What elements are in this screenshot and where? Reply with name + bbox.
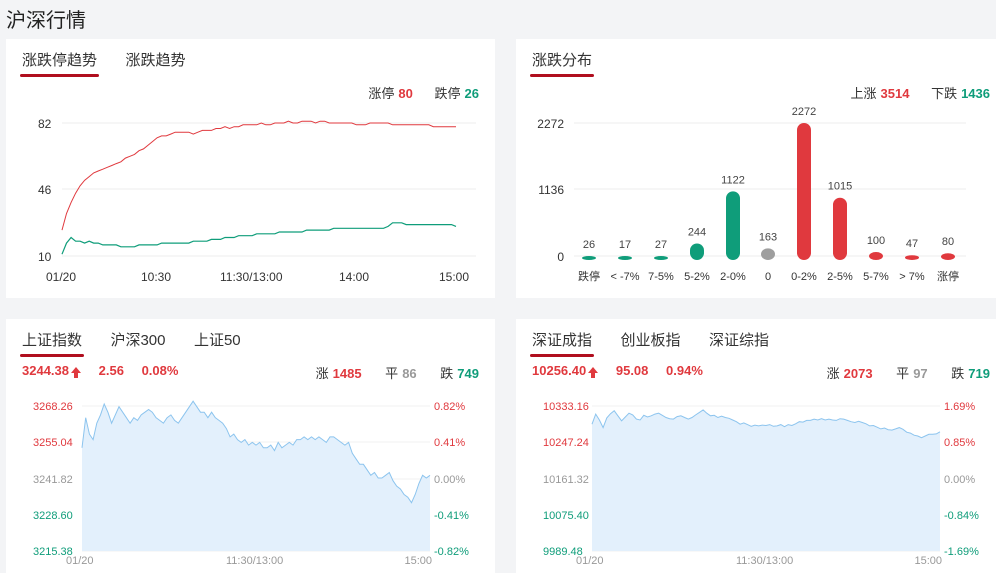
x-tick-label: 11:30/13:00 xyxy=(220,270,283,284)
category-label: 7-5% xyxy=(648,271,674,283)
bar[interactable] xyxy=(690,243,704,260)
bar-value-label: 163 xyxy=(759,231,777,243)
bar[interactable] xyxy=(869,252,883,260)
bar-value-label: 244 xyxy=(688,227,706,239)
sz-index-chart: 10333.1610247.2410161.3210075.409989.481… xyxy=(543,401,979,567)
category-label: < -7% xyxy=(610,271,639,283)
y-tick-label-left: 10333.16 xyxy=(543,401,589,413)
category-label: 2-0% xyxy=(720,271,746,283)
y-tick-label-left: 10161.32 xyxy=(543,474,589,486)
y-tick-label: 2272 xyxy=(537,117,564,131)
y-tick-label-right: 1.69% xyxy=(944,401,975,413)
bar[interactable] xyxy=(905,255,919,260)
bar-value-label: 100 xyxy=(867,235,885,247)
bar[interactable] xyxy=(797,123,811,260)
x-tick-label: 01/20 xyxy=(66,555,94,567)
y-tick-label-left: 10075.40 xyxy=(543,510,589,522)
limit-trend-chart: 82 46 10 01/20 10:30 11:30/13:00 14:00 1… xyxy=(38,117,476,284)
bar-value-label: 47 xyxy=(906,238,918,250)
y-tick-label-left: 3228.60 xyxy=(33,510,73,522)
distribution-card: 涨跌分布 上涨 3514 下跌 1436 2272 1136 0 26 跌停 17 < -… xyxy=(516,39,996,298)
bar[interactable] xyxy=(582,256,596,260)
y-tick-label-right: -0.82% xyxy=(434,546,469,558)
y-tick-label: 10 xyxy=(38,250,52,264)
x-tick-label: 14:00 xyxy=(339,270,369,284)
bar-value-label: 1122 xyxy=(721,174,745,186)
series-line-limit-down xyxy=(61,222,457,255)
y-tick-label-right: -0.41% xyxy=(434,510,469,522)
bar-value-label: 1015 xyxy=(828,181,852,193)
y-tick-label-left: 3255.04 xyxy=(33,437,73,449)
x-tick-label: 10:30 xyxy=(141,270,171,284)
bar-value-label: 80 xyxy=(942,236,954,248)
series-line-limit-up xyxy=(61,120,456,231)
category-label: > 7% xyxy=(899,271,925,283)
x-tick-label: 15:00 xyxy=(914,555,942,567)
y-tick-label-right: 0.00% xyxy=(944,474,975,486)
y-tick-label-right: 0.00% xyxy=(434,474,465,486)
index-area-fill xyxy=(82,401,430,551)
x-tick-label: 01/20 xyxy=(576,555,604,567)
y-tick-label: 46 xyxy=(38,183,52,197)
y-tick-label-right: -1.69% xyxy=(944,546,979,558)
bar[interactable] xyxy=(726,191,740,260)
y-tick-label: 82 xyxy=(38,117,52,131)
x-tick-label: 11:30/13:00 xyxy=(736,555,793,567)
x-tick-label: 15:00 xyxy=(439,270,469,284)
category-label: 2-5% xyxy=(827,271,853,283)
bar[interactable] xyxy=(833,197,847,260)
category-label: 跌停 xyxy=(578,269,600,283)
bar[interactable] xyxy=(618,256,632,260)
y-tick-label-left: 3241.82 xyxy=(33,474,73,486)
category-label: 5-7% xyxy=(863,271,889,283)
sh-index-chart: 3268.263255.043241.823228.603215.380.82%… xyxy=(33,400,469,567)
bar[interactable] xyxy=(761,248,775,260)
page-title: 沪深行情 xyxy=(6,10,86,32)
bar[interactable] xyxy=(941,253,955,260)
y-tick-label-right: -0.84% xyxy=(944,510,979,522)
y-tick-label-right: 0.85% xyxy=(944,437,975,449)
bar-value-label: 26 xyxy=(583,239,595,251)
bar-value-label: 2272 xyxy=(792,106,816,118)
y-tick-label: 0 xyxy=(557,250,564,264)
sh-index-card: 上证指数 沪深300 上证50 3244.38 2.56 0.08% 涨 1485… xyxy=(6,319,495,573)
y-tick-label-left: 10247.24 xyxy=(543,437,589,449)
y-tick-label: 1136 xyxy=(538,183,564,197)
category-label: 0 xyxy=(765,271,771,283)
limit-trend-card: 涨跌停趋势 涨跌趋势 涨停 80 跌停 26 82 46 10 01/20 10:3… xyxy=(6,39,495,298)
y-tick-label-right: 0.41% xyxy=(434,437,465,449)
sz-index-card: 深证成指 创业板指 深证综指 10256.40 95.08 0.94% 涨 207… xyxy=(516,319,996,573)
y-tick-label-left: 3268.26 xyxy=(33,401,73,413)
x-tick-label: 11:30/13:00 xyxy=(226,555,283,567)
category-label: 5-2% xyxy=(684,271,710,283)
distribution-chart: 2272 1136 0 26 跌停 17 < -7% 27 7-5% 244 5-2% 1122… xyxy=(537,106,966,283)
index-area-fill xyxy=(592,409,940,551)
category-label: 涨停 xyxy=(937,269,959,283)
y-tick-label-right: 0.82% xyxy=(434,401,465,413)
category-label: 0-2% xyxy=(791,271,817,283)
bar[interactable] xyxy=(654,256,668,260)
x-tick-label: 15:00 xyxy=(404,555,432,567)
x-tick-label: 01/20 xyxy=(46,270,76,284)
bar-value-label: 17 xyxy=(619,239,631,251)
bar-value-label: 27 xyxy=(655,239,667,251)
